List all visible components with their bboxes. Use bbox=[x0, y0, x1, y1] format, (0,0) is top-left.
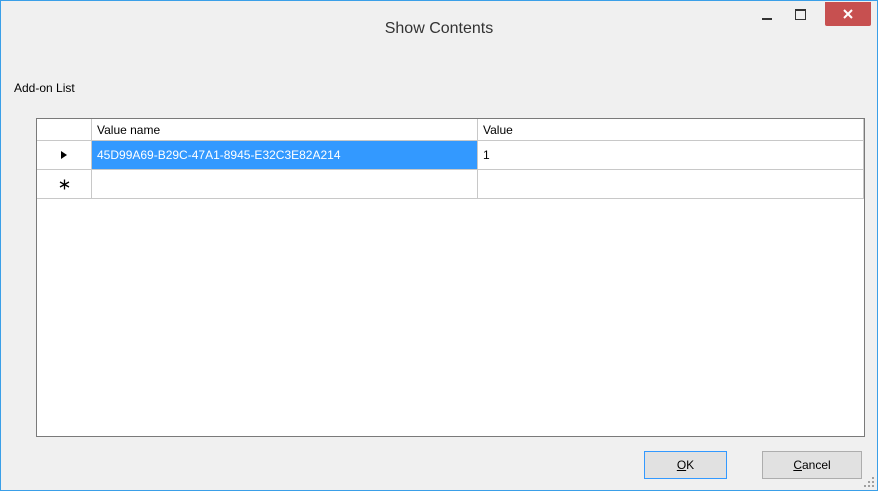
minimize-button[interactable] bbox=[754, 1, 780, 27]
current-row-arrow-icon bbox=[61, 151, 67, 159]
ok-label: K bbox=[686, 458, 695, 472]
header-corner[interactable] bbox=[37, 119, 92, 141]
maximize-button[interactable] bbox=[787, 1, 813, 27]
ok-mnemonic: O bbox=[676, 458, 687, 472]
minimize-icon bbox=[762, 18, 772, 20]
data-grid[interactable]: Value name Value 45D99A69-B29C-47A1-8945… bbox=[36, 118, 865, 437]
close-icon bbox=[843, 9, 853, 19]
dialog-window: Show Contents Add-on List Value name Val… bbox=[0, 0, 878, 491]
value-name-cell[interactable]: 45D99A69-B29C-47A1-8945-E32C3E82A214 bbox=[92, 141, 478, 170]
window-title: Show Contents bbox=[384, 20, 494, 37]
resize-grip-icon[interactable] bbox=[864, 477, 874, 487]
cancel-label: ancel bbox=[801, 458, 831, 472]
ok-button[interactable]: OK bbox=[644, 451, 727, 479]
maximize-icon bbox=[794, 8, 806, 20]
table-row[interactable]: 45D99A69-B29C-47A1-8945-E32C3E82A214 1 bbox=[37, 141, 864, 170]
close-button[interactable] bbox=[825, 2, 871, 26]
row-header[interactable] bbox=[37, 141, 92, 170]
value-cell-new[interactable] bbox=[478, 170, 864, 199]
add-on-list-label: Add-on List bbox=[14, 81, 75, 95]
value-cell[interactable]: 1 bbox=[478, 141, 864, 170]
cancel-button[interactable]: Cancel bbox=[762, 451, 862, 479]
table-row-new[interactable] bbox=[37, 170, 864, 199]
value-name-cell-new[interactable] bbox=[92, 170, 478, 199]
column-header-value-name[interactable]: Value name bbox=[92, 119, 478, 141]
cancel-mnemonic: C bbox=[793, 458, 802, 472]
grid-header-row: Value name Value bbox=[37, 119, 864, 141]
title-bar[interactable]: Show Contents bbox=[1, 1, 877, 61]
column-header-value[interactable]: Value bbox=[478, 119, 864, 141]
new-row-asterisk-icon bbox=[59, 179, 69, 189]
row-header-new[interactable] bbox=[37, 170, 92, 199]
